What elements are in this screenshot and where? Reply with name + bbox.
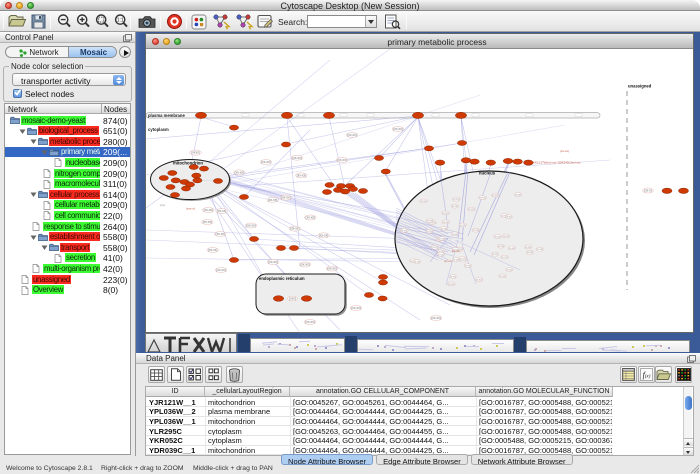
svg-text:(xx-xx): (xx-xx) (290, 227, 300, 231)
svg-text:(xx-xx): (xx-xx) (204, 208, 214, 212)
svg-text:(xx-xx): (xx-xx) (268, 198, 278, 202)
svg-text:(x-xx): (x-xx) (448, 283, 454, 286)
svg-text:(x-xx): (x-xx) (465, 265, 471, 268)
svg-text:mitochondrion: mitochondrion (173, 161, 203, 166)
svg-text:(x-xx): (x-xx) (499, 275, 505, 278)
svg-text:(xx-xx): (xx-xx) (292, 156, 302, 160)
svg-text:(xx-x): (xx-x) (644, 189, 652, 193)
svg-text:(x-xx): (x-xx) (506, 216, 512, 219)
svg-text:(x-xx): (x-xx) (473, 229, 479, 232)
svg-text:YKL217W(ncl-xx) YDR343C(ncl-xx: YKL217W(ncl-xx) YDR343C(ncl-xx) (533, 161, 580, 165)
svg-text:(x-xx): (x-xx) (453, 258, 459, 261)
svg-text:(xx-xx): (xx-xx) (268, 260, 278, 264)
svg-text:(x-xx): (x-xx) (509, 247, 515, 250)
svg-text:(xx-xx): (xx-xx) (306, 216, 316, 220)
svg-text:(x-xx): (x-xx) (443, 221, 449, 224)
svg-text:(xxxx): (xxxx) (191, 151, 200, 155)
svg-text:(xx-xx): (xx-xx) (444, 259, 452, 263)
svg-text:(xx-xx): (xx-xx) (246, 224, 256, 228)
svg-text:(xx-xx): (xx-xx) (337, 158, 347, 162)
svg-text:(x-xx): (x-xx) (460, 224, 466, 227)
svg-text:(x-xx): (x-xx) (468, 208, 474, 211)
svg-text:(xx-xx): (xx-xx) (300, 263, 310, 267)
svg-text:(xx-xx): (xx-xx) (261, 160, 271, 164)
svg-text:(xx-xx): (xx-xx) (281, 196, 291, 200)
svg-text:(x-xx): (x-xx) (420, 200, 426, 203)
svg-text:(x-xx): (x-xx) (460, 259, 466, 262)
svg-text:plasma membrane: plasma membrane (148, 113, 185, 118)
svg-text:(x-xx): (x-xx) (426, 230, 432, 233)
svg-text:(xx-xx): (xx-xx) (560, 149, 569, 153)
svg-text:unassigned: unassigned (628, 84, 652, 89)
svg-text:(xx): (xx) (160, 203, 165, 207)
svg-text:(x-xx): (x-xx) (401, 229, 407, 232)
svg-text:(x-xx): (x-xx) (453, 198, 459, 201)
svg-text:(x-xx): (x-xx) (495, 235, 501, 238)
svg-text:(xx-xx): (xx-xx) (203, 220, 213, 224)
svg-text:(x-xx): (x-xx) (441, 227, 447, 230)
svg-text:(x-xx): (x-xx) (438, 253, 444, 256)
svg-text:endoplasmic reticulum: endoplasmic reticulum (259, 276, 305, 281)
svg-text:(x-xx): (x-xx) (442, 212, 448, 215)
svg-text:(xx-xx): (xx-xx) (351, 306, 361, 310)
svg-text:(x-xx): (x-xx) (439, 237, 445, 240)
svg-text:(xx-xx): (xx-xx) (216, 232, 226, 236)
svg-text:(x-xx): (x-xx) (450, 276, 456, 279)
svg-text:(xx-xx): (xx-xx) (216, 268, 226, 272)
svg-text:(xxx): (xxx) (289, 297, 296, 301)
svg-text:(x-xx): (x-xx) (525, 246, 531, 249)
svg-text:1:1: 1:1 (117, 18, 124, 24)
svg-text:(xx-xx): (xx-xx) (452, 249, 460, 253)
svg-text:(xx-xx): (xx-xx) (393, 127, 403, 131)
svg-text:(xx-xx): (xx-xx) (297, 174, 307, 178)
svg-text:(x-xx): (x-xx) (501, 256, 507, 259)
svg-text:(x-xx): (x-xx) (492, 253, 498, 256)
svg-text:(x-xx): (x-xx) (527, 251, 533, 254)
svg-text:(x-xx): (x-xx) (414, 260, 420, 263)
svg-text:cytoplasm: cytoplasm (148, 127, 169, 132)
svg-text:(x-xx): (x-xx) (427, 220, 433, 223)
svg-text:(xx-xx): (xx-xx) (347, 133, 357, 137)
svg-text:(xx-xx): (xx-xx) (208, 248, 218, 252)
svg-text:(xx-xx): (xx-xx) (217, 209, 227, 213)
svg-text:(x-xx): (x-xx) (515, 193, 521, 196)
svg-text:(xx-xx): (xx-xx) (319, 233, 329, 237)
svg-text:(x-xx): (x-xx) (492, 194, 498, 197)
svg-text:(x-xx): (x-xx) (506, 268, 512, 271)
svg-text:(xxx-x): (xxx-x) (186, 207, 195, 211)
svg-text:(x-xx): (x-xx) (537, 248, 543, 251)
svg-text:(x-xx): (x-xx) (431, 246, 437, 249)
svg-text:nucleus: nucleus (479, 171, 496, 176)
svg-text:(xx-xx): (xx-xx) (431, 316, 441, 320)
svg-text:(xx-xx): (xx-xx) (327, 267, 337, 271)
svg-text:(x-xx): (x-xx) (479, 197, 485, 200)
svg-text:(xx-xx): (xx-xx) (235, 170, 245, 174)
svg-text:(x-xx): (x-xx) (452, 205, 458, 208)
svg-text:(x-xx): (x-xx) (503, 235, 509, 238)
svg-text:(x-xx): (x-xx) (476, 278, 482, 281)
svg-text:(xx-xx): (xx-xx) (305, 320, 315, 324)
svg-text:(x-xx): (x-xx) (452, 233, 458, 236)
svg-text:(x-xx): (x-xx) (498, 245, 504, 248)
